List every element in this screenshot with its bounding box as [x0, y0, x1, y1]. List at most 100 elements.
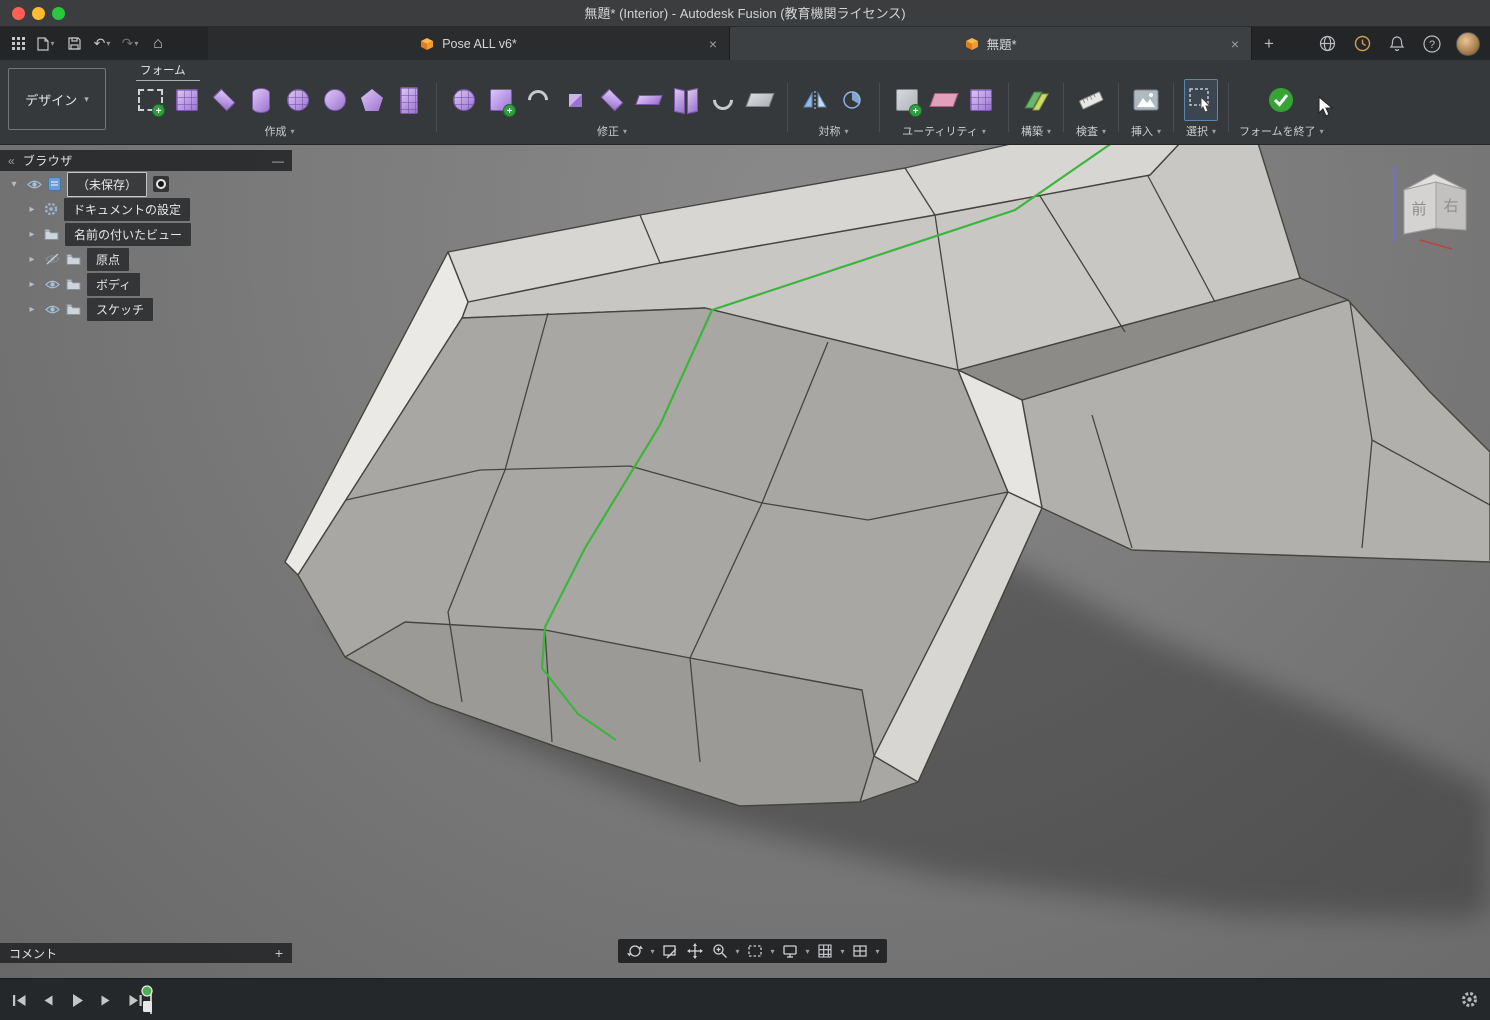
thicken-icon[interactable]	[743, 79, 777, 121]
crease-icon[interactable]	[558, 79, 592, 121]
browser-row-bodies[interactable]: ▸ ボディ	[0, 272, 292, 296]
symmetry-menu-button[interactable]: 対称 ▾	[818, 123, 848, 142]
visibility-eye-off-icon[interactable]	[44, 251, 60, 267]
add-comment-icon[interactable]: +	[275, 945, 283, 961]
comments-bar[interactable]: コメント +	[0, 943, 292, 963]
save-icon[interactable]	[61, 30, 87, 57]
expand-caret-icon[interactable]: ▸	[26, 204, 38, 215]
grid-snap-caret-icon[interactable]: ▾	[838, 947, 847, 956]
insert-image-icon[interactable]	[1129, 79, 1163, 121]
expand-caret-icon[interactable]: ▸	[26, 254, 38, 265]
visibility-eye-icon[interactable]	[26, 176, 42, 192]
browser-row-sketches[interactable]: ▸ スケッチ	[0, 297, 292, 321]
new-design-icon[interactable]: ▾	[33, 30, 59, 57]
insert-menu-button[interactable]: 挿入 ▾	[1131, 123, 1161, 142]
browser-row-document-settings[interactable]: ▸ ドキュメントの設定	[0, 197, 292, 221]
expand-caret-icon[interactable]: ▸	[26, 279, 38, 290]
user-avatar[interactable]	[1456, 32, 1480, 56]
row-label[interactable]: スケッチ	[87, 298, 153, 321]
construct-menu-button[interactable]: 構築 ▾	[1021, 123, 1051, 142]
redo-icon[interactable]: ↷ ▾	[117, 30, 143, 57]
create-quadball-icon[interactable]	[355, 79, 389, 121]
insert-point-icon[interactable]: +	[484, 79, 518, 121]
create-menu-button[interactable]: 作成 ▾	[264, 123, 294, 142]
grid-snap-icon[interactable]	[813, 940, 837, 962]
expand-caret-icon[interactable]: ▾	[8, 179, 20, 190]
notifications-bell-icon[interactable]	[1386, 33, 1408, 55]
select-icon[interactable]	[1184, 79, 1218, 121]
viewports-caret-icon[interactable]: ▾	[873, 947, 882, 956]
orbit-icon[interactable]	[623, 940, 647, 962]
play-icon[interactable]	[68, 991, 86, 1009]
timeline-settings-gear-icon[interactable]	[1461, 991, 1478, 1013]
repair-body-icon[interactable]	[927, 79, 961, 121]
inspect-menu-button[interactable]: 検査 ▾	[1076, 123, 1106, 142]
home-icon[interactable]: ⌂	[145, 30, 171, 57]
display-settings-icon[interactable]	[778, 940, 802, 962]
zoom-caret-icon[interactable]: ▾	[733, 947, 742, 956]
component-color-badge[interactable]	[153, 176, 169, 192]
app-menu-icon[interactable]	[5, 30, 31, 57]
browser-row-origin[interactable]: ▸ 原点	[0, 247, 292, 271]
split-body-icon[interactable]	[669, 79, 703, 121]
document-tab-pose-all[interactable]: Pose ALL v6* ×	[208, 27, 730, 60]
collapse-panel-icon[interactable]: «	[8, 154, 15, 168]
timeline-position-marker[interactable]	[140, 983, 162, 1020]
document-tab-untitled[interactable]: 無題* ×	[730, 27, 1252, 60]
row-label[interactable]: 名前の付いたビュー	[65, 223, 191, 246]
tab-close-icon[interactable]: ×	[709, 36, 717, 52]
new-tab-button[interactable]: +	[1252, 27, 1286, 60]
finish-form-icon[interactable]	[1264, 79, 1298, 121]
tab-close-icon[interactable]: ×	[1231, 36, 1239, 52]
undo-icon[interactable]: ↶ ▾	[89, 30, 115, 57]
create-cylinder-icon[interactable]	[244, 79, 278, 121]
display-settings-caret-icon[interactable]: ▾	[803, 947, 812, 956]
create-extrude-icon[interactable]	[392, 79, 426, 121]
browser-row-named-views[interactable]: ▸ 名前の付いたビュー	[0, 222, 292, 246]
row-label[interactable]: ドキュメントの設定	[64, 198, 190, 221]
row-label[interactable]: 原点	[87, 248, 129, 271]
convert-icon[interactable]	[964, 79, 998, 121]
help-icon[interactable]: ?	[1421, 33, 1443, 55]
pan-icon[interactable]	[683, 940, 707, 962]
circular-symmetry-icon[interactable]	[835, 79, 869, 121]
expand-caret-icon[interactable]: ▸	[26, 304, 38, 315]
workspace-switcher-button[interactable]: デザイン ▾	[8, 68, 106, 130]
create-sphere-icon[interactable]	[281, 79, 315, 121]
expand-caret-icon[interactable]: ▸	[26, 229, 38, 240]
zoom-window-caret-icon[interactable]: ▾	[768, 947, 777, 956]
merge-edge-icon[interactable]	[706, 79, 740, 121]
orbit-caret-icon[interactable]: ▾	[648, 947, 657, 956]
create-box-icon[interactable]	[170, 79, 204, 121]
zoom-icon[interactable]	[708, 940, 732, 962]
bridge-icon[interactable]	[521, 79, 555, 121]
utilities-menu-button[interactable]: ユーティリティ ▾	[902, 123, 986, 142]
create-torus-icon[interactable]	[318, 79, 352, 121]
viewports-icon[interactable]	[848, 940, 872, 962]
step-back-icon[interactable]	[39, 991, 57, 1009]
modify-edit-form-icon[interactable]	[447, 79, 481, 121]
create-plane-icon[interactable]	[207, 79, 241, 121]
modify-menu-button[interactable]: 修正 ▾	[597, 123, 627, 142]
zoom-window-icon[interactable]	[743, 940, 767, 962]
extensions-globe-icon[interactable]	[1316, 33, 1338, 55]
slide-edge-icon[interactable]	[632, 79, 666, 121]
job-status-clock-icon[interactable]	[1351, 33, 1373, 55]
document-name-label[interactable]: （未保存）	[67, 172, 147, 197]
look-at-icon[interactable]	[658, 940, 682, 962]
measure-icon[interactable]	[1074, 79, 1108, 121]
step-forward-icon[interactable]	[97, 991, 115, 1009]
skip-to-start-icon[interactable]	[10, 991, 28, 1009]
visibility-eye-icon[interactable]	[44, 276, 60, 292]
minimize-panel-icon[interactable]: —	[272, 154, 284, 168]
browser-row-document[interactable]: ▾ （未保存）	[0, 172, 292, 196]
select-menu-button[interactable]: 選択 ▾	[1186, 123, 1216, 142]
bevel-edge-icon[interactable]	[595, 79, 629, 121]
row-label[interactable]: ボディ	[87, 273, 140, 296]
construct-plane-icon[interactable]	[1019, 79, 1053, 121]
finish-form-button[interactable]: フォームを終了 ▾	[1239, 123, 1324, 142]
edit-form-icon[interactable]: +	[133, 79, 167, 121]
display-mode-icon[interactable]: +	[890, 79, 924, 121]
visibility-eye-icon[interactable]	[44, 301, 60, 317]
view-cube[interactable]: 前 右	[1388, 162, 1480, 254]
